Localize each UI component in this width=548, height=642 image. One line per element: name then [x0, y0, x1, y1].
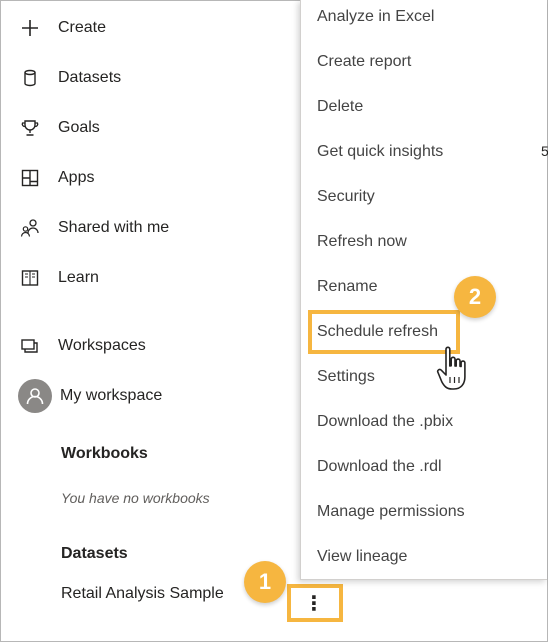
shared-people-icon	[18, 216, 42, 240]
nav-create-label: Create	[58, 19, 107, 36]
nav-goals-label: Goals	[58, 119, 100, 136]
nav-apps[interactable]: Apps	[18, 162, 94, 194]
step-2-badge: 2	[454, 276, 496, 318]
datasets-heading: Datasets	[61, 545, 128, 562]
menu-item-delete[interactable]: Delete	[317, 98, 363, 116]
nav-create[interactable]: Create	[18, 12, 106, 44]
plus-icon	[18, 16, 42, 40]
nav-learn-label: Learn	[58, 269, 99, 286]
workbooks-heading: Workbooks	[61, 445, 148, 462]
menu-item-manage-permissions[interactable]: Manage permissions	[317, 503, 465, 521]
database-icon	[18, 66, 42, 90]
menu-item-download-rdl[interactable]: Download the .rdl	[317, 458, 442, 476]
dataset-item-retail-analysis-sample[interactable]: Retail Analysis Sample	[61, 585, 224, 603]
nav-datasets[interactable]: Datasets	[18, 62, 121, 94]
dataset-context-menu: Analyze in Excel Create report Delete Ge…	[300, 0, 547, 580]
menu-item-create-report[interactable]: Create report	[317, 53, 411, 71]
nav-shared-with-me[interactable]: Shared with me	[18, 212, 169, 244]
menu-item-rename[interactable]: Rename	[317, 278, 377, 296]
menu-item-analyze-in-excel[interactable]: Analyze in Excel	[317, 8, 434, 26]
menu-item-get-quick-insights[interactable]: Get quick insights	[317, 143, 443, 161]
hand-pointer-icon	[436, 346, 466, 390]
workspaces-icon	[18, 334, 42, 358]
nav-my-workspace-label: My workspace	[60, 387, 163, 404]
menu-item-view-lineage[interactable]: View lineage	[317, 548, 407, 566]
nav-goals[interactable]: Goals	[18, 112, 100, 144]
nav-shared-label: Shared with me	[58, 219, 170, 236]
nav-workspaces[interactable]: Workspaces	[18, 330, 146, 362]
nav-learn[interactable]: Learn	[18, 262, 99, 294]
menu-item-download-pbix[interactable]: Download the .pbix	[317, 413, 453, 431]
workbooks-empty-note: You have no workbooks	[61, 490, 210, 506]
cropped-edge-text: 5	[541, 143, 548, 159]
avatar-icon	[18, 379, 52, 413]
nav-my-workspace[interactable]: My workspace	[18, 378, 162, 414]
trophy-icon	[18, 116, 42, 140]
nav-workspaces-label: Workspaces	[58, 337, 146, 354]
nav-datasets-label: Datasets	[58, 69, 122, 86]
book-icon	[18, 266, 42, 290]
nav-apps-label: Apps	[58, 169, 95, 186]
more-options-button[interactable]: ⋮	[300, 591, 328, 615]
menu-item-refresh-now[interactable]: Refresh now	[317, 233, 407, 251]
step-1-badge: 1	[244, 561, 286, 603]
apps-icon	[18, 166, 42, 190]
menu-item-security[interactable]: Security	[317, 188, 375, 206]
menu-item-settings[interactable]: Settings	[317, 368, 375, 386]
